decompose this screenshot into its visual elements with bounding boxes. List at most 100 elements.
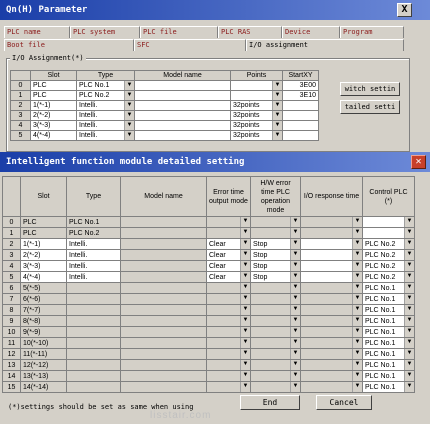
hw-error-select[interactable]: ▼ — [250, 227, 301, 239]
chevron-down-icon[interactable]: ▼ — [352, 371, 362, 381]
control-plc-select[interactable]: PLC No.1 ▼ — [362, 381, 415, 393]
chevron-down-icon[interactable]: ▼ — [290, 261, 300, 271]
tab-plc-name[interactable]: PLC name — [4, 26, 70, 38]
start-xy-field[interactable] — [282, 130, 319, 141]
model-name-field[interactable] — [134, 120, 231, 131]
chevron-down-icon[interactable]: ▼ — [290, 316, 300, 326]
error-output-select[interactable]: ▼ — [206, 315, 251, 327]
chevron-down-icon[interactable]: ▼ — [240, 360, 250, 370]
control-plc-select[interactable]: ▼ — [362, 227, 415, 239]
control-plc-select[interactable]: PLC No.2 ▼ — [362, 271, 415, 283]
type-select[interactable]: Intelli. ▼ — [76, 110, 135, 121]
close-icon[interactable]: ✕ — [411, 155, 426, 169]
chevron-down-icon[interactable]: ▼ — [352, 217, 362, 227]
chevron-down-icon[interactable]: ▼ — [352, 338, 362, 348]
hw-error-select[interactable]: ▼ — [250, 337, 301, 349]
model-name-field[interactable] — [134, 90, 231, 101]
chevron-down-icon[interactable]: ▼ — [240, 316, 250, 326]
error-output-select[interactable]: ▼ — [206, 304, 251, 316]
control-plc-select[interactable]: PLC No.1 ▼ — [362, 337, 415, 349]
chevron-down-icon[interactable]: ▼ — [240, 283, 250, 293]
chevron-down-icon[interactable]: ▼ — [352, 250, 362, 260]
chevron-down-icon[interactable]: ▼ — [240, 349, 250, 359]
chevron-down-icon[interactable]: ▼ — [240, 327, 250, 337]
error-output-select[interactable]: ▼ — [206, 227, 251, 239]
io-response-select[interactable]: ▼ — [300, 282, 363, 294]
error-output-select[interactable]: ▼ — [206, 293, 251, 305]
chevron-down-icon[interactable]: ▼ — [290, 272, 300, 282]
chevron-down-icon[interactable]: ▼ — [290, 382, 300, 392]
control-plc-select[interactable]: PLC No.1 ▼ — [362, 370, 415, 382]
chevron-down-icon[interactable]: ▼ — [290, 250, 300, 260]
start-xy-field[interactable] — [282, 100, 319, 111]
hw-error-select[interactable]: Stop ▼ — [250, 260, 301, 272]
start-xy-field[interactable] — [282, 110, 319, 121]
model-name-field[interactable] — [134, 130, 231, 141]
chevron-down-icon[interactable]: ▼ — [290, 294, 300, 304]
chevron-down-icon[interactable]: ▼ — [404, 239, 414, 249]
chevron-down-icon[interactable]: ▼ — [352, 294, 362, 304]
chevron-down-icon[interactable]: ▼ — [404, 283, 414, 293]
chevron-down-icon[interactable]: ▼ — [352, 272, 362, 282]
io-response-select[interactable]: ▼ — [300, 337, 363, 349]
chevron-down-icon[interactable]: ▼ — [352, 327, 362, 337]
tab-plc-file[interactable]: PLC file — [140, 26, 218, 38]
cancel-button[interactable]: Cancel — [316, 395, 372, 410]
control-plc-select[interactable]: PLC No.1 ▼ — [362, 304, 415, 316]
chevron-down-icon[interactable]: ▼ — [290, 239, 300, 249]
chevron-down-icon[interactable]: ▼ — [272, 81, 282, 90]
chevron-down-icon[interactable]: ▼ — [404, 371, 414, 381]
start-xy-field[interactable] — [282, 120, 319, 131]
points-select[interactable]: 32points ▼ — [230, 110, 283, 121]
tab-sfc[interactable]: SFC — [134, 39, 246, 51]
control-plc-select[interactable]: PLC No.2 ▼ — [362, 238, 415, 250]
chevron-down-icon[interactable]: ▼ — [352, 283, 362, 293]
hw-error-select[interactable]: Stop ▼ — [250, 238, 301, 250]
chevron-down-icon[interactable]: ▼ — [124, 121, 134, 130]
error-output-select[interactable]: Clear ▼ — [206, 238, 251, 250]
control-plc-select[interactable]: PLC No.1 ▼ — [362, 293, 415, 305]
chevron-down-icon[interactable]: ▼ — [124, 111, 134, 120]
chevron-down-icon[interactable]: ▼ — [290, 228, 300, 238]
type-select[interactable]: PLC No.2 ▼ — [76, 90, 135, 101]
end-button[interactable]: End — [240, 395, 300, 410]
chevron-down-icon[interactable]: ▼ — [240, 239, 250, 249]
tab-device[interactable]: Device — [282, 26, 340, 38]
chevron-down-icon[interactable]: ▼ — [272, 121, 282, 130]
hw-error-select[interactable]: ▼ — [250, 326, 301, 338]
chevron-down-icon[interactable]: ▼ — [290, 360, 300, 370]
io-response-select[interactable]: ▼ — [300, 227, 363, 239]
hw-error-select[interactable]: ▼ — [250, 359, 301, 371]
chevron-down-icon[interactable]: ▼ — [240, 294, 250, 304]
chevron-down-icon[interactable]: ▼ — [352, 239, 362, 249]
io-response-select[interactable]: ▼ — [300, 348, 363, 360]
io-response-select[interactable]: ▼ — [300, 271, 363, 283]
error-output-select[interactable]: Clear ▼ — [206, 260, 251, 272]
tab-plc-ras[interactable]: PLC RAS — [218, 26, 282, 38]
error-output-select[interactable]: ▼ — [206, 216, 251, 228]
hw-error-select[interactable]: ▼ — [250, 293, 301, 305]
io-response-select[interactable]: ▼ — [300, 216, 363, 228]
io-response-select[interactable]: ▼ — [300, 260, 363, 272]
chevron-down-icon[interactable]: ▼ — [240, 382, 250, 392]
model-name-field[interactable] — [134, 110, 231, 121]
error-output-select[interactable]: ▼ — [206, 282, 251, 294]
chevron-down-icon[interactable]: ▼ — [272, 101, 282, 110]
tab-program[interactable]: Program — [340, 26, 404, 38]
chevron-down-icon[interactable]: ▼ — [290, 371, 300, 381]
io-response-select[interactable]: ▼ — [300, 326, 363, 338]
control-plc-select[interactable]: PLC No.1 ▼ — [362, 359, 415, 371]
chevron-down-icon[interactable]: ▼ — [404, 294, 414, 304]
tab-boot-file[interactable]: Boot file — [4, 39, 134, 51]
switch-setting-button[interactable]: witch settin — [340, 82, 400, 96]
type-select[interactable]: Intelli. ▼ — [76, 120, 135, 131]
chevron-down-icon[interactable]: ▼ — [404, 305, 414, 315]
chevron-down-icon[interactable]: ▼ — [404, 349, 414, 359]
io-response-select[interactable]: ▼ — [300, 381, 363, 393]
hw-error-select[interactable]: ▼ — [250, 348, 301, 360]
chevron-down-icon[interactable]: ▼ — [404, 316, 414, 326]
chevron-down-icon[interactable]: ▼ — [124, 131, 134, 140]
model-name-field[interactable] — [134, 100, 231, 111]
chevron-down-icon[interactable]: ▼ — [240, 272, 250, 282]
error-output-select[interactable]: ▼ — [206, 381, 251, 393]
